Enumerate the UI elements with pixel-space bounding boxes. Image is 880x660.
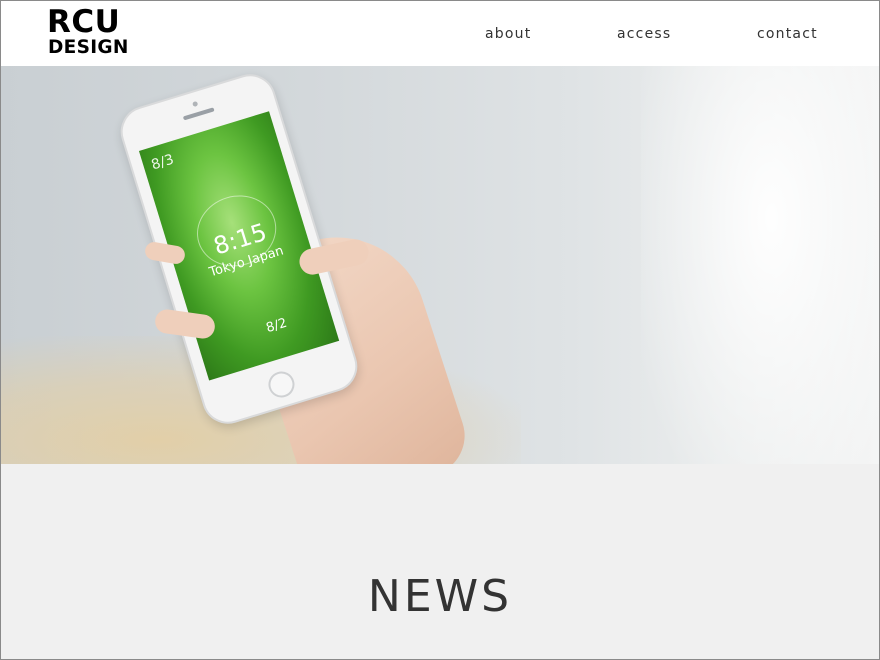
hero-slider: 8/3 8:15 Tokyo Japan 8/2 bbox=[1, 66, 879, 464]
phone-camera bbox=[192, 100, 199, 108]
phone-speaker bbox=[182, 107, 215, 121]
logo-text-secondary: DESIGN bbox=[48, 37, 129, 58]
nav-link-access[interactable]: access bbox=[617, 26, 671, 42]
screen-date-top: 8/3 bbox=[149, 151, 176, 174]
site-header: RCU DESIGN about access contact bbox=[1, 1, 879, 66]
hero-image: 8/3 8:15 Tokyo Japan 8/2 bbox=[114, 67, 476, 464]
news-section: NEWS bbox=[1, 464, 879, 659]
screen-date-bottom: 8/2 bbox=[264, 315, 289, 337]
hero-background-glow bbox=[641, 66, 879, 464]
phone-home-button bbox=[265, 368, 298, 401]
site-logo[interactable]: RCU DESIGN bbox=[47, 7, 137, 61]
page-frame: RCU DESIGN about access contact 8/3 8:15… bbox=[0, 0, 880, 660]
nav-link-contact[interactable]: contact bbox=[757, 26, 818, 42]
nav-link-about[interactable]: about bbox=[485, 26, 531, 42]
news-heading: NEWS bbox=[367, 571, 513, 622]
logo-text-primary: RCU bbox=[47, 4, 121, 40]
